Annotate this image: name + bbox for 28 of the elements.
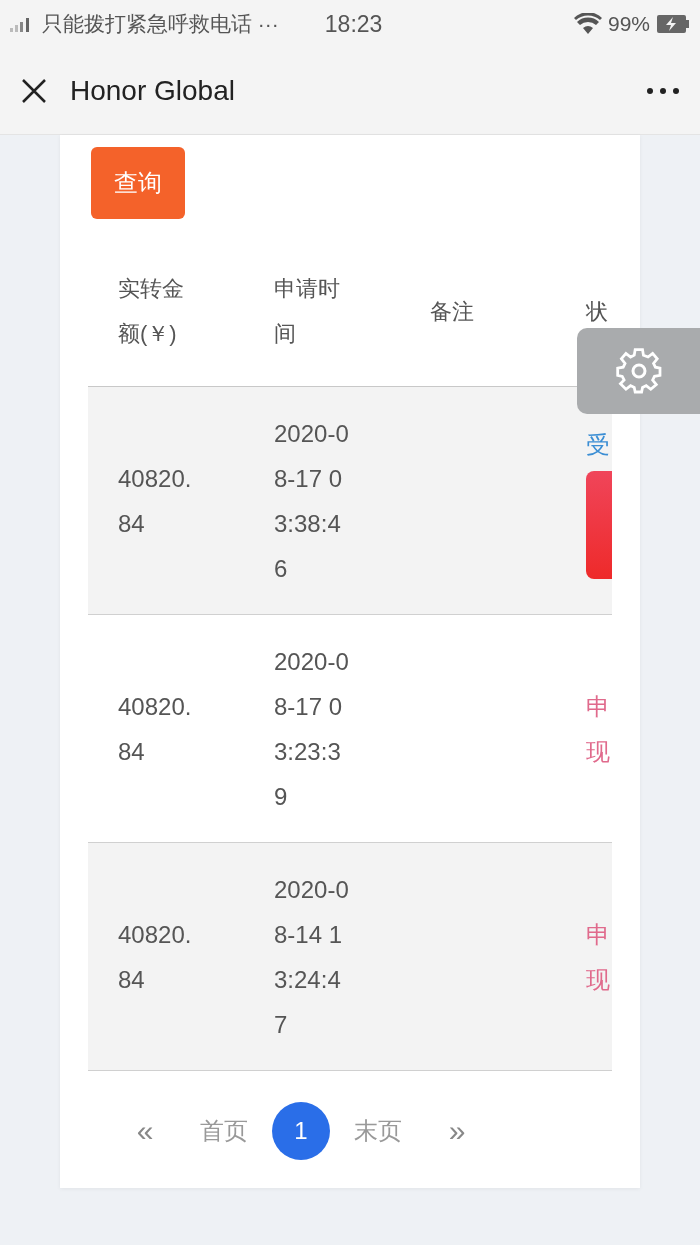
amount-cell-text: 40820.84: [118, 463, 193, 539]
amount-cell-text: 40820.84: [118, 919, 193, 995]
more-icon[interactable]: [646, 87, 680, 95]
last-page-button[interactable]: 末页: [330, 1115, 426, 1147]
battery-percent: 99%: [607, 12, 650, 36]
time-cell-text: 2020-08-14 13:24:47: [274, 874, 350, 1040]
status-text: 申现: [586, 691, 610, 767]
amount-cell-text: 40820.84: [118, 691, 193, 767]
carrier-text: 只能拨打紧急呼救电话 ···: [42, 11, 279, 37]
time-cell-text: 2020-08-17 03:38:46: [274, 418, 350, 584]
first-page-button[interactable]: 首页: [176, 1115, 272, 1147]
query-button[interactable]: 查询: [91, 147, 185, 219]
column-header: 状: [586, 297, 609, 326]
status-text: 受: [586, 430, 610, 460]
prev-page-button[interactable]: «: [114, 1114, 176, 1148]
column-header: 实转金额(￥): [118, 275, 185, 348]
next-page-button[interactable]: »: [426, 1114, 488, 1148]
settings-icon: [613, 346, 664, 396]
column-header: 备注: [430, 297, 475, 326]
clock: 18:23: [324, 10, 383, 38]
battery-icon: [656, 14, 690, 34]
page-number[interactable]: 1: [272, 1102, 330, 1160]
close-icon[interactable]: [20, 77, 48, 105]
time-cell-text: 2020-08-17 03:23:39: [274, 646, 350, 812]
wifi-icon: [573, 13, 602, 35]
column-header: 申请时间: [274, 275, 341, 348]
status-text: 申现: [586, 919, 610, 995]
page-title: Honor Global: [70, 75, 236, 107]
